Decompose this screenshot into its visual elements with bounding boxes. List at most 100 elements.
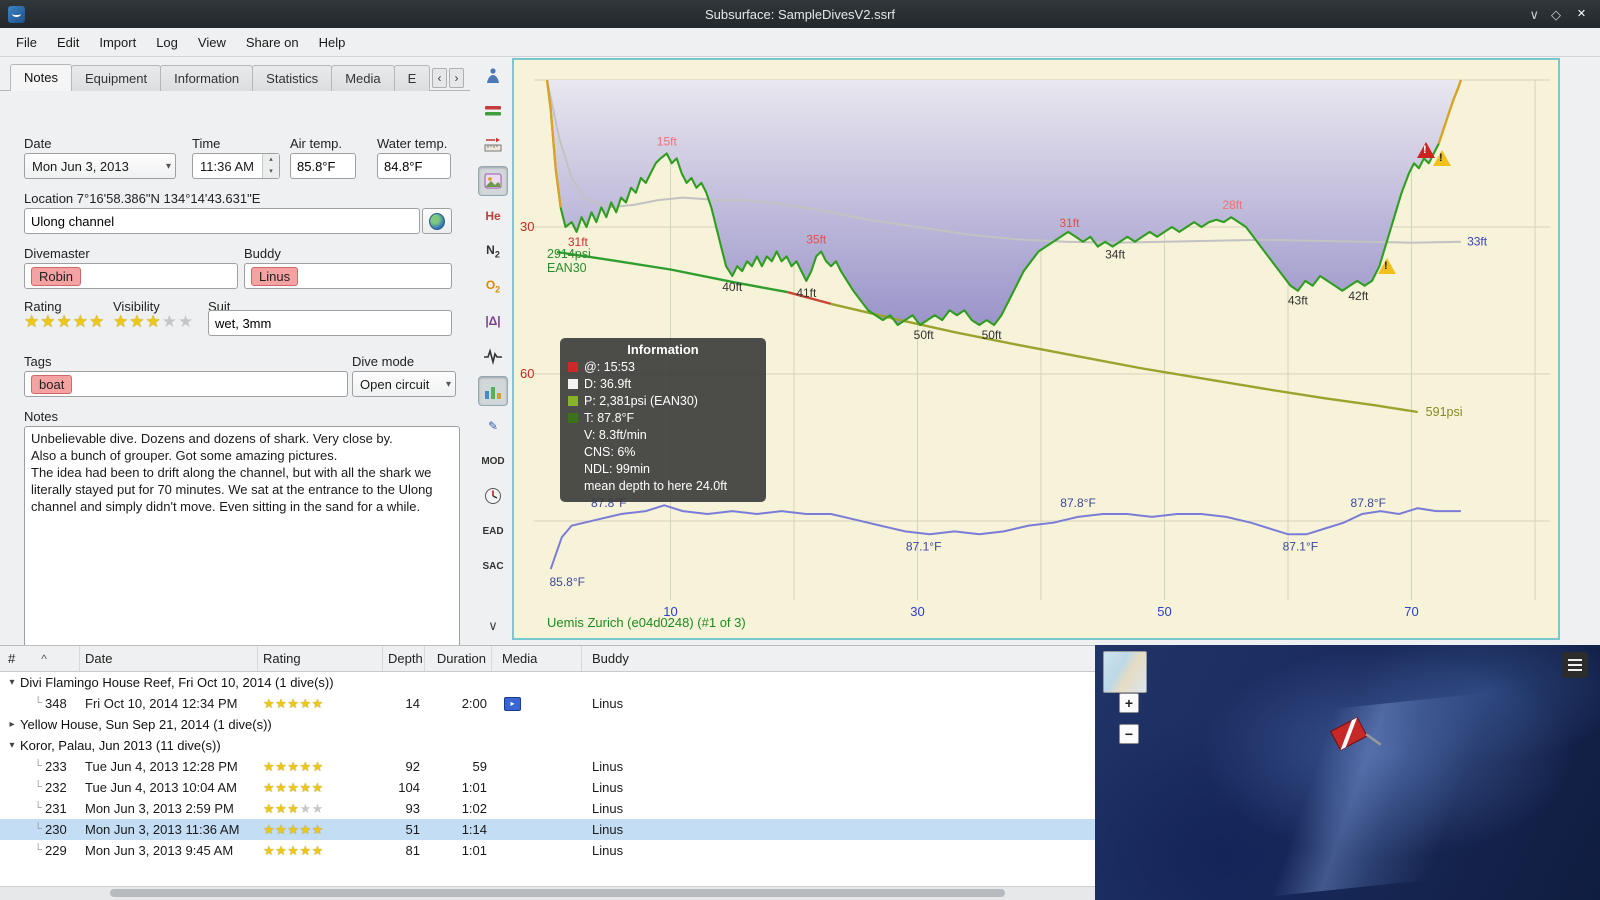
column-header-date[interactable]: Date [80, 646, 258, 671]
maximize-button[interactable]: ◇ [1551, 6, 1561, 23]
dive-row[interactable]: └ 229 Mon Jun 3, 2013 9:45 AM ★★★★★ 81 1:01 Li… [0, 840, 1095, 861]
map-zoom-in-button[interactable]: + [1119, 693, 1139, 713]
collapse-icon[interactable]: ▾ [4, 672, 20, 693]
dive-list: # ^ Date Rating Depth Duration Media Buddy ▾ Div… [0, 645, 1095, 900]
column-header-num[interactable]: # ^ [0, 646, 80, 671]
date-select[interactable]: Mon Jun 3, 2013 ▾ [24, 153, 176, 179]
location-input[interactable] [24, 208, 420, 234]
dive-row[interactable]: └ 233 Tue Jun 4, 2013 12:28 PM ★★★★★ 92 59 Lin… [0, 756, 1095, 777]
oxygen-graph-icon[interactable]: O2 [478, 271, 508, 301]
tag-chip[interactable]: boat [31, 374, 73, 394]
dive-buddy: Linus [592, 843, 624, 858]
dive-site-map[interactable]: + − [1095, 645, 1600, 900]
notes-textarea[interactable]: Unbelievable dive. Dozens and dozens of … [24, 426, 460, 654]
diver-icon[interactable] [478, 61, 508, 91]
dive-row[interactable]: └ 348 Fri Oct 10, 2014 12:34 PM ★★★★★ 14 2:00… [0, 693, 1095, 714]
divemaster-chip[interactable]: Robin [31, 266, 81, 286]
menu-edit[interactable]: Edit [47, 30, 89, 55]
shade-button[interactable]: ∨ [1529, 6, 1539, 23]
dive-row[interactable]: └ 230 Mon Jun 3, 2013 11:36 AM ★★★★★ 51 1:14 L… [0, 819, 1095, 840]
video-icon[interactable] [504, 696, 521, 711]
buddy-input[interactable]: Linus [244, 263, 452, 289]
tags-input[interactable]: boat [24, 371, 348, 397]
scrollbar-thumb[interactable] [110, 889, 1005, 897]
dive-row[interactable]: └ 231 Mon Jun 3, 2013 2:59 PM ★★★★★ 93 1:02 Li… [0, 798, 1095, 819]
warning-icon [1378, 258, 1396, 274]
suit-input[interactable] [208, 310, 452, 336]
dive-flag-marker[interactable] [1323, 709, 1387, 772]
heartrate-icon[interactable] [478, 341, 508, 371]
spin-up-icon[interactable]: ▴ [263, 154, 279, 166]
spin-down-icon[interactable]: ▾ [263, 166, 279, 178]
tissues-icon[interactable]: |Δ| [478, 306, 508, 336]
column-header-media[interactable]: Media [492, 646, 582, 671]
menu-file[interactable]: File [6, 30, 47, 55]
map-zoom-out-button[interactable]: − [1119, 724, 1139, 744]
map-menu-button[interactable] [1562, 652, 1588, 678]
dive-depth: 93 [405, 801, 420, 816]
trip-row[interactable]: ▾ Koror, Palau, Jun 2013 (11 dive(s)) [0, 735, 1095, 756]
time-spinbox[interactable]: 11:36 AM ▴ ▾ [192, 153, 280, 179]
column-header-buddy[interactable]: Buddy [582, 646, 1095, 671]
tab-scroll-right-button[interactable]: › [449, 68, 464, 88]
tree-connector: └ [34, 823, 42, 835]
photos-icon[interactable] [478, 166, 508, 196]
menu-view[interactable]: View [188, 30, 236, 55]
menu-help[interactable]: Help [309, 30, 356, 55]
dive-row[interactable]: └ 232 Tue Jun 4, 2013 10:04 AM ★★★★★ 104 1:01… [0, 777, 1095, 798]
rating-stars[interactable]: ★★★★★ [24, 312, 105, 332]
menu-log[interactable]: Log [146, 30, 188, 55]
tree-connector: └ [34, 802, 42, 814]
divemaster-input[interactable]: Robin [24, 263, 238, 289]
dive-buddy: Linus [592, 780, 624, 795]
menu-share-on[interactable]: Share on [236, 30, 309, 55]
map-overview-thumbnail[interactable] [1103, 651, 1147, 693]
edit-icon[interactable]: ✎ [478, 411, 508, 441]
close-button[interactable]: ✕ [1573, 6, 1590, 23]
dive-depth: 14 [405, 696, 420, 711]
collapse-icon[interactable]: ▾ [4, 735, 20, 756]
svg-text:87.1°F: 87.1°F [906, 539, 941, 553]
globe-button[interactable] [422, 208, 452, 234]
ndl-icon[interactable] [478, 481, 508, 511]
svg-text:33ft: 33ft [1467, 235, 1488, 249]
svg-text:50ft: 50ft [982, 328, 1003, 342]
divemode-select[interactable]: Open circuit ▾ [352, 371, 456, 397]
dive-date: Mon Jun 3, 2013 2:59 PM [85, 801, 234, 816]
chevron-down-icon: ▾ [445, 378, 451, 390]
watertemp-label: Water temp. [377, 136, 448, 151]
tab-scroll-left-button[interactable]: ‹ [432, 68, 447, 88]
buddy-chip[interactable]: Linus [251, 266, 299, 286]
column-header-rating[interactable]: Rating [258, 646, 383, 671]
expand-icon[interactable]: ▸ [4, 714, 20, 735]
tankbar-icon[interactable] [478, 376, 508, 406]
column-header-depth[interactable]: Depth [383, 646, 425, 671]
mod-icon[interactable]: MOD [478, 446, 508, 476]
tab-notes[interactable]: Notes [10, 64, 72, 91]
menu-import[interactable]: Import [89, 30, 146, 55]
tab-media[interactable]: Media [331, 65, 395, 91]
watertemp-input[interactable] [377, 153, 451, 179]
tab-statistics[interactable]: Statistics [252, 65, 333, 91]
toolbar-scroll-down-icon[interactable]: ∨ [478, 611, 508, 641]
tab-information[interactable]: Information [160, 65, 254, 91]
scale-icon[interactable] [478, 131, 508, 161]
nitrogen-graph-icon[interactable]: N2 [478, 236, 508, 266]
column-header-duration[interactable]: Duration [425, 646, 492, 671]
ead-icon[interactable]: EAD [478, 516, 508, 546]
helium-graph-icon[interactable]: He [478, 201, 508, 231]
tab-e[interactable]: E [393, 65, 431, 91]
dive-profile[interactable]: 30 60 10 30 50 70 15ft 28ft 31ft 35ft 31ft 40ft 41ft… [512, 58, 1560, 640]
horizontal-scrollbar[interactable] [0, 886, 1095, 900]
tree-connector: └ [34, 781, 42, 793]
sac-icon[interactable]: SAC [478, 551, 508, 581]
svg-text:EAN30: EAN30 [547, 261, 587, 275]
ceiling-icon[interactable] [478, 96, 508, 126]
dive-number: 232 [45, 780, 67, 795]
svg-text:31ft: 31ft [1059, 216, 1080, 230]
trip-row[interactable]: ▸ Yellow House, Sun Sep 21, 2014 (1 dive(… [0, 714, 1095, 735]
visibility-stars[interactable]: ★★★★★ [113, 312, 194, 332]
tab-equipment[interactable]: Equipment [70, 65, 162, 91]
trip-row[interactable]: ▾ Divi Flamingo House Reef, Fri Oct 10, 2… [0, 672, 1095, 693]
airtemp-input[interactable] [290, 153, 356, 179]
